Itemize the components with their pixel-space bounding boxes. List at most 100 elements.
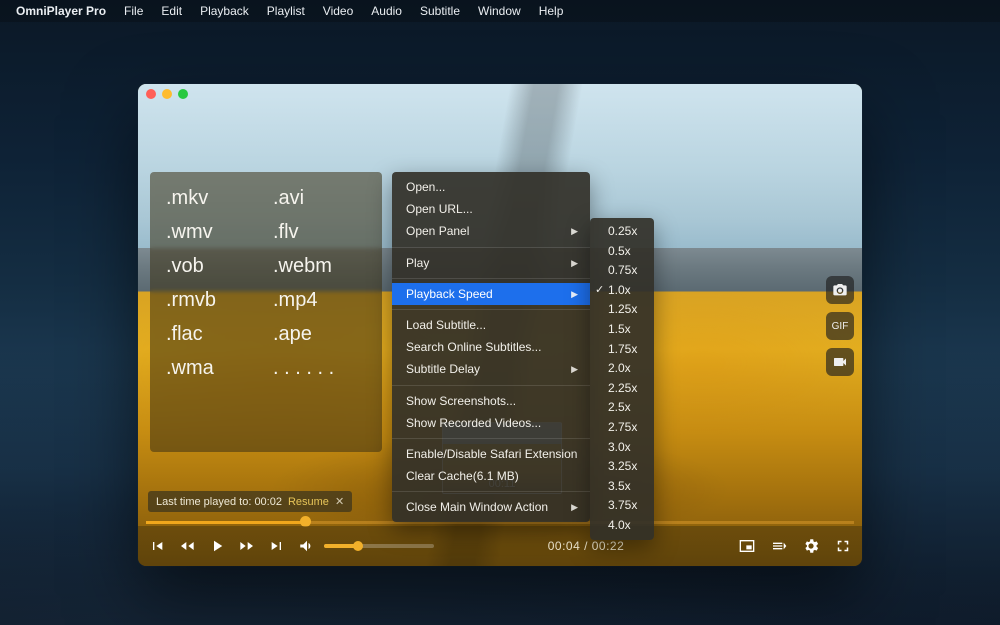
ctx-playback-speed[interactable]: Playback Speed▶ — [392, 283, 590, 305]
menubar-app-name[interactable]: OmniPlayer Pro — [16, 4, 106, 18]
chevron-right-icon: ▶ — [571, 288, 578, 300]
forward-icon — [238, 538, 256, 554]
skip-back-icon — [149, 538, 165, 554]
format-item: .webm — [273, 254, 372, 278]
prev-track-button[interactable] — [148, 537, 166, 555]
chevron-right-icon: ▶ — [571, 363, 578, 375]
speed-option[interactable]: 2.0x — [590, 359, 654, 379]
settings-button[interactable] — [802, 537, 820, 555]
playlist-button[interactable] — [770, 537, 788, 555]
format-item: .rmvb — [166, 288, 265, 312]
traffic-light-minimize[interactable] — [162, 89, 172, 99]
speed-option[interactable]: 2.25x — [590, 379, 654, 399]
playback-speed-submenu: 0.25x 0.5x 0.75x 1.0x 1.25x 1.5x 1.75x 2… — [590, 218, 654, 540]
speed-option[interactable]: 4.0x — [590, 516, 654, 536]
ctx-open[interactable]: Open... — [392, 176, 590, 198]
list-icon — [770, 538, 788, 554]
menubar-playback[interactable]: Playback — [200, 4, 249, 18]
chevron-right-icon: ▶ — [571, 257, 578, 269]
ctx-load-subtitle[interactable]: Load Subtitle... — [392, 314, 590, 336]
pip-button[interactable] — [738, 537, 756, 555]
time-display: 00:04 / 00:22 — [548, 539, 625, 553]
supported-formats-overlay: .mkv .avi .wmv .flv .vob .webm .rmvb .mp… — [150, 172, 382, 452]
gear-icon — [802, 537, 820, 555]
speed-option[interactable]: 3.5x — [590, 477, 654, 497]
close-icon[interactable]: ✕ — [335, 495, 344, 508]
volume-icon — [298, 537, 316, 555]
speed-option[interactable]: 1.5x — [590, 320, 654, 340]
volume-control — [298, 537, 434, 555]
skip-forward-icon — [269, 538, 285, 554]
ctx-separator — [392, 438, 590, 439]
chevron-right-icon: ▶ — [571, 225, 578, 237]
right-controls — [738, 537, 852, 555]
ctx-safari-ext[interactable]: Enable/Disable Safari Extension — [392, 443, 590, 465]
speed-option[interactable]: 0.5x — [590, 242, 654, 262]
fullscreen-button[interactable] — [834, 537, 852, 555]
speed-option[interactable]: 2.75x — [590, 418, 654, 438]
context-menu: Open... Open URL... Open Panel▶ Play▶ Pl… — [392, 172, 590, 522]
speed-option[interactable]: 1.75x — [590, 340, 654, 360]
menubar-audio[interactable]: Audio — [371, 4, 402, 18]
ctx-clear-cache[interactable]: Clear Cache(6.1 MB) — [392, 465, 590, 487]
rewind-icon — [178, 538, 196, 554]
speed-option[interactable]: 0.75x — [590, 261, 654, 281]
traffic-light-close[interactable] — [146, 89, 156, 99]
ctx-search-subs[interactable]: Search Online Subtitles... — [392, 336, 590, 358]
ctx-show-recordings[interactable]: Show Recorded Videos... — [392, 412, 590, 434]
format-item: .flv — [273, 220, 372, 244]
menubar-video[interactable]: Video — [323, 4, 353, 18]
resume-link[interactable]: Resume — [288, 496, 329, 508]
volume-knob[interactable] — [353, 541, 363, 551]
resume-toast: Last time played to: 00:02 Resume ✕ — [148, 491, 352, 512]
window-titlebar — [138, 84, 862, 104]
menubar-edit[interactable]: Edit — [161, 4, 182, 18]
format-item: . . . . . . — [273, 356, 372, 380]
next-track-button[interactable] — [268, 537, 286, 555]
pip-icon — [738, 538, 756, 554]
rewind-button[interactable] — [178, 537, 196, 555]
ctx-open-url[interactable]: Open URL... — [392, 198, 590, 220]
format-item: .vob — [166, 254, 265, 278]
forward-button[interactable] — [238, 537, 256, 555]
record-button[interactable] — [826, 348, 854, 376]
menubar-playlist[interactable]: Playlist — [267, 4, 305, 18]
screenshot-button[interactable] — [826, 276, 854, 304]
ctx-show-screenshots[interactable]: Show Screenshots... — [392, 390, 590, 412]
ctx-subtitle-delay[interactable]: Subtitle Delay▶ — [392, 358, 590, 380]
ctx-separator — [392, 247, 590, 248]
camera-icon — [832, 282, 848, 298]
menubar-help[interactable]: Help — [539, 4, 564, 18]
ctx-open-panel[interactable]: Open Panel▶ — [392, 220, 590, 242]
ctx-separator — [392, 385, 590, 386]
menubar-subtitle[interactable]: Subtitle — [420, 4, 460, 18]
speed-option[interactable]: 3.0x — [590, 438, 654, 458]
speed-option-selected[interactable]: 1.0x — [590, 281, 654, 301]
format-item: .avi — [273, 186, 372, 210]
play-icon — [208, 536, 226, 556]
speed-option[interactable]: 1.25x — [590, 300, 654, 320]
speed-option[interactable]: 3.75x — [590, 496, 654, 516]
ctx-close-action[interactable]: Close Main Window Action▶ — [392, 496, 590, 518]
speed-option[interactable]: 0.25x — [590, 222, 654, 242]
resume-toast-text: Last time played to: 00:02 — [156, 496, 282, 508]
speed-option[interactable]: 3.25x — [590, 457, 654, 477]
format-item: .mkv — [166, 186, 265, 210]
volume-slider[interactable] — [324, 544, 434, 548]
menubar-window[interactable]: Window — [478, 4, 521, 18]
ctx-play[interactable]: Play▶ — [392, 252, 590, 274]
gif-button[interactable]: GIF — [826, 312, 854, 340]
format-item: .flac — [166, 322, 265, 346]
format-item: .wma — [166, 356, 265, 380]
menubar-file[interactable]: File — [124, 4, 143, 18]
mute-button[interactable] — [298, 537, 316, 555]
fullscreen-icon — [834, 537, 852, 555]
format-item: .mp4 — [273, 288, 372, 312]
record-icon — [832, 354, 848, 370]
speed-option[interactable]: 2.5x — [590, 398, 654, 418]
play-button[interactable] — [208, 537, 226, 555]
scrubber-fill — [146, 521, 305, 524]
format-item: .wmv — [166, 220, 265, 244]
chevron-right-icon: ▶ — [571, 501, 578, 513]
traffic-light-zoom[interactable] — [178, 89, 188, 99]
